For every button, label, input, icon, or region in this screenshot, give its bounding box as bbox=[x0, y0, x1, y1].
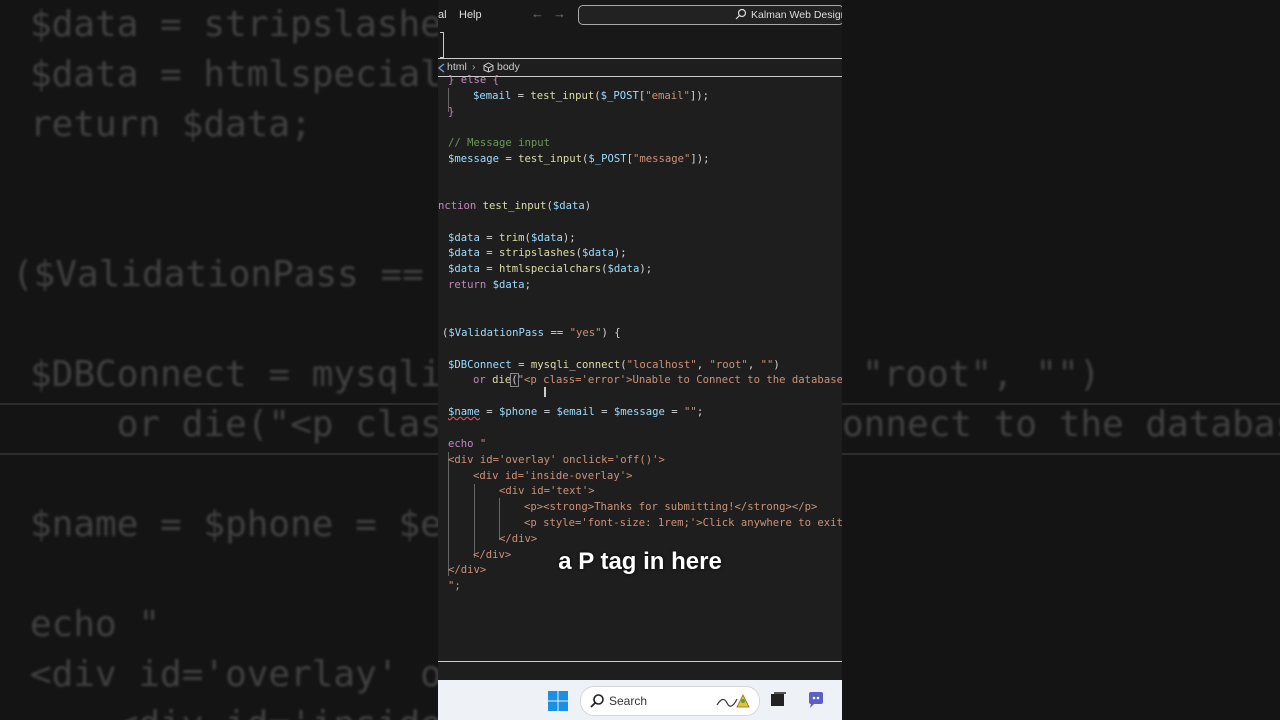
code-line: <p><strong>Thanks for submitting!</stron… bbox=[524, 501, 818, 513]
search-highlight-icon bbox=[716, 694, 750, 708]
search-icon bbox=[590, 694, 604, 708]
breadcrumb-body[interactable]: body bbox=[497, 61, 520, 73]
tab-edge[interactable] bbox=[440, 32, 444, 58]
command-center-text: Kalman Web Design I bbox=[751, 9, 842, 21]
back-arrow-icon[interactable]: ← bbox=[531, 6, 544, 21]
code-line: } else { bbox=[448, 74, 500, 86]
menu-bar: al Help ← → Kalman Web Design I bbox=[438, 0, 842, 30]
html-tag-icon bbox=[438, 63, 445, 73]
code-line: nction test_input($data) bbox=[438, 200, 592, 212]
code-line: <div id='text'> bbox=[499, 485, 595, 497]
forward-arrow-icon[interactable]: → bbox=[553, 6, 566, 21]
code-line: <p style='font-size: 1rem;'>Click anywhe… bbox=[524, 517, 842, 529]
teams-chat-icon[interactable] bbox=[806, 690, 826, 710]
element-cube-icon bbox=[483, 62, 494, 73]
code-line: $name = $phone = $email = $message = ""; bbox=[448, 406, 704, 418]
windows-taskbar: Search bbox=[438, 680, 842, 720]
bg-right-shade bbox=[842, 0, 1280, 720]
code-line: $data = stripslashes($data); bbox=[448, 247, 627, 259]
code-line: return $data; bbox=[448, 279, 531, 291]
editor-window: al Help ← → Kalman Web Design I html › b… bbox=[438, 0, 842, 720]
code-line: $email = test_input($_POST["email"]); bbox=[473, 90, 710, 102]
taskbar-search[interactable]: Search bbox=[580, 686, 760, 716]
menu-item-terminal[interactable]: al bbox=[438, 9, 447, 21]
code-line: } bbox=[448, 106, 455, 118]
search-icon bbox=[735, 8, 747, 20]
tab-strip bbox=[438, 30, 842, 58]
code-line: echo " bbox=[448, 438, 487, 450]
menu-item-help[interactable]: Help bbox=[459, 9, 482, 21]
task-view-icon[interactable] bbox=[768, 690, 788, 710]
chevron-right-icon: › bbox=[472, 61, 476, 73]
code-line: "; bbox=[448, 580, 461, 592]
command-center-search[interactable]: Kalman Web Design I bbox=[578, 5, 842, 25]
code-line: <div id='overlay' onclick='off()'> bbox=[448, 454, 665, 466]
code-line: ($ValidationPass == "yes") { bbox=[442, 327, 621, 339]
code-line: $data = trim($data); bbox=[448, 232, 576, 244]
tab-divider bbox=[438, 58, 842, 59]
text-cursor-icon bbox=[544, 387, 546, 397]
code-comment: // Message input bbox=[448, 137, 551, 149]
code-line: $DBConnect = mysqli_connect("localhost",… bbox=[448, 359, 780, 371]
panel-divider bbox=[438, 661, 842, 662]
indent-guide bbox=[474, 484, 475, 558]
video-caption: a P tag in here bbox=[558, 548, 722, 575]
code-line: <div id='inside-overlay'> bbox=[473, 470, 633, 482]
windows-start-icon[interactable] bbox=[548, 691, 568, 711]
code-line: or die("<p class='error'>Unable to Conne… bbox=[473, 373, 842, 387]
search-label: Search bbox=[609, 694, 648, 708]
code-line: </div> bbox=[499, 533, 538, 545]
breadcrumb-html[interactable]: html bbox=[447, 61, 467, 73]
bg-left-shade bbox=[0, 0, 438, 720]
code-line: $data = htmlspecialchars($data); bbox=[448, 263, 653, 275]
code-line: $message = test_input($_POST["message"])… bbox=[448, 153, 710, 165]
